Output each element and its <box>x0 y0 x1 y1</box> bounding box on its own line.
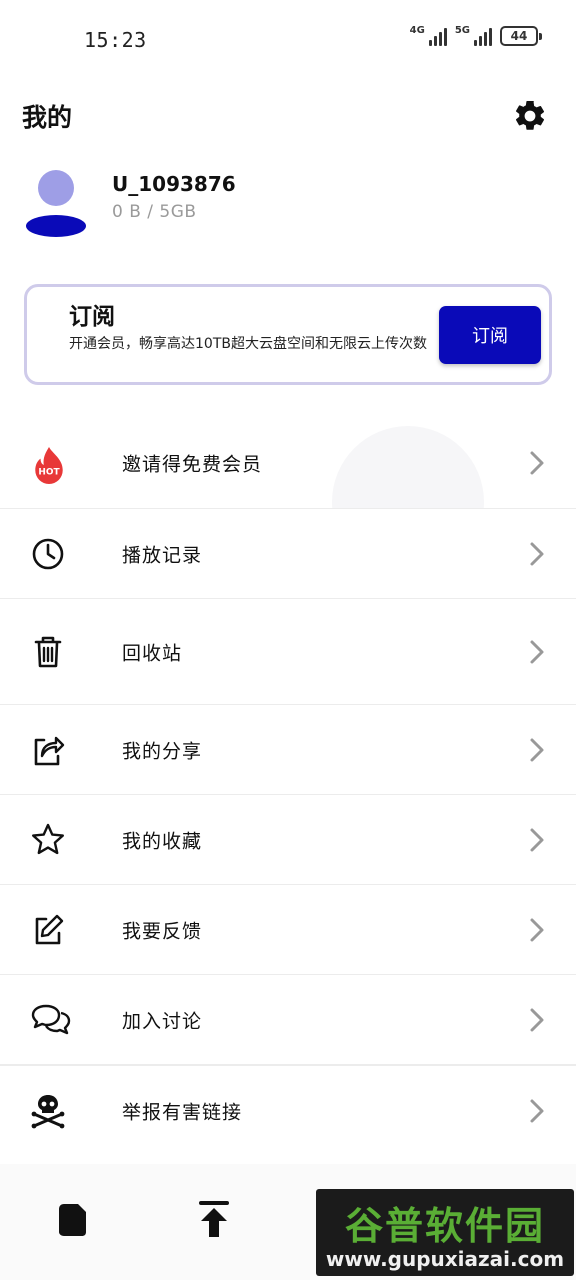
trash-icon <box>34 636 62 667</box>
file-icon <box>59 1204 86 1236</box>
nav-upload-button[interactable] <box>194 1200 234 1240</box>
menu-item-report-link[interactable]: 举报有害链接 <box>0 1065 576 1156</box>
subscription-title: 订阅 <box>69 304 115 330</box>
menu-item-label: 邀请得免费会员 <box>122 453 263 476</box>
status-bar: 15:23 4G 5G 44 <box>0 0 576 80</box>
status-indicators: 4G 5G 44 <box>410 26 542 46</box>
decorative-circle <box>332 426 484 508</box>
watermark: 谷普软件园 www.gupuxiazai.com <box>316 1189 574 1276</box>
watermark-title: 谷普软件园 <box>344 1204 545 1248</box>
hot-badge: HOT <box>38 468 60 478</box>
subscription-card: 订阅 开通会员，畅享高达10TB超大云盘空间和无限云上传次数 订阅 <box>24 284 552 385</box>
chevron-right-icon <box>530 542 544 565</box>
subscribe-button[interactable]: 订阅 <box>439 306 541 364</box>
status-time: 15:23 <box>84 28 147 52</box>
chevron-right-icon <box>530 640 544 663</box>
settings-button[interactable] <box>512 98 548 134</box>
clock-icon <box>32 538 64 569</box>
menu-item-play-history[interactable]: 播放记录 <box>0 508 576 599</box>
menu-item-feedback[interactable]: 我要反馈 <box>0 885 576 975</box>
menu-item-label: 我的分享 <box>122 740 203 762</box>
menu-item-label: 举报有害链接 <box>122 1101 243 1124</box>
skull-crossbones-icon <box>31 1095 65 1129</box>
chat-bubbles-icon <box>31 1004 71 1034</box>
menu-item-recycle-bin[interactable]: 回收站 <box>0 599 576 705</box>
menu-item-label: 播放记录 <box>122 544 203 566</box>
menu-item-favorites[interactable]: 我的收藏 <box>0 795 576 885</box>
storage-usage: 0 B / 5GB <box>112 202 197 222</box>
menu-item-label: 加入讨论 <box>122 1010 203 1032</box>
network-label-4g: 4G <box>409 25 425 36</box>
edit-icon <box>35 914 64 944</box>
share-icon <box>34 736 65 765</box>
menu-item-invite[interactable]: HOT 邀请得免费会员 <box>0 418 576 508</box>
signal-4g-icon: 4G <box>410 26 447 46</box>
chevron-right-icon <box>530 738 544 761</box>
subscription-description: 开通会员，畅享高达10TB超大云盘空间和无限云上传次数 <box>69 336 427 352</box>
chevron-right-icon <box>530 1099 544 1123</box>
watermark-url: www.gupuxiazai.com <box>325 1247 565 1271</box>
gear-icon <box>515 100 545 130</box>
chevron-right-icon <box>530 451 544 475</box>
nav-files-button[interactable] <box>52 1200 92 1240</box>
username: U_1093876 <box>112 172 236 196</box>
menu-item-label: 回收站 <box>122 642 183 664</box>
upload-icon <box>199 1201 229 1237</box>
battery-icon: 44 <box>500 26 542 46</box>
menu-item-label: 我的收藏 <box>122 830 203 852</box>
star-icon <box>32 823 64 854</box>
network-label-5g: 5G <box>454 25 470 36</box>
signal-5g-icon: 5G <box>455 26 492 46</box>
chevron-right-icon <box>530 1008 544 1031</box>
hot-flame-icon: HOT <box>35 447 63 484</box>
menu-list: HOT 邀请得免费会员 播放记录 回收站 我的分享 我的收藏 我要反馈 加入讨论… <box>0 418 576 1156</box>
chevron-right-icon <box>530 828 544 851</box>
menu-item-label: 我要反馈 <box>122 920 203 942</box>
menu-item-my-shares[interactable]: 我的分享 <box>0 705 576 795</box>
menu-item-discussion[interactable]: 加入讨论 <box>0 975 576 1065</box>
avatar[interactable] <box>24 168 88 238</box>
battery-level: 44 <box>510 29 528 43</box>
screen: 15:23 4G 5G 44 我的 U_1093876 0 B / 5GB 订阅… <box>0 0 576 1280</box>
page-title: 我的 <box>22 103 73 132</box>
chevron-right-icon <box>530 918 544 941</box>
